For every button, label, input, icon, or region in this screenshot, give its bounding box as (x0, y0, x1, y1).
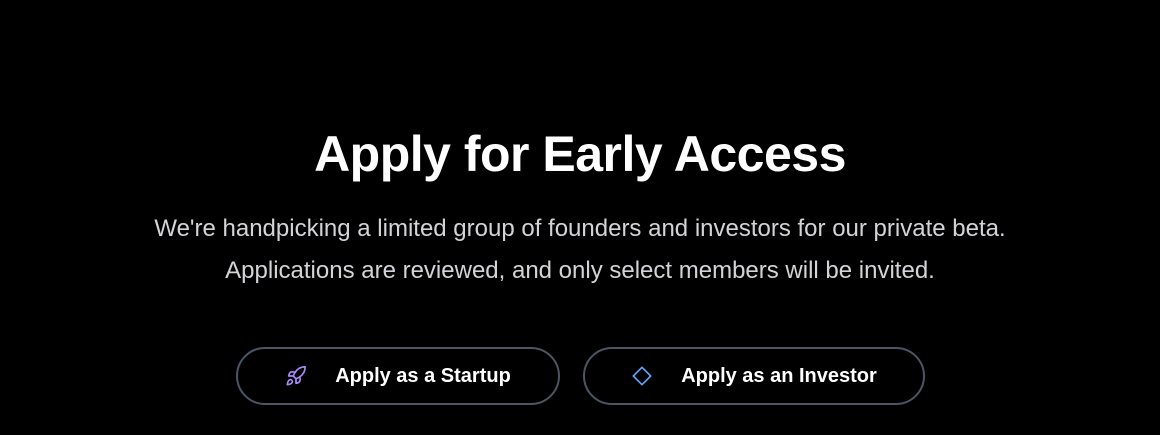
subtitle-line-1: We're handpicking a limited group of fou… (154, 215, 1006, 242)
early-access-section: Apply for Early Access We're handpicking… (0, 0, 1160, 435)
apply-startup-label: Apply as a Startup (335, 365, 511, 387)
apply-startup-button[interactable]: Apply as a Startup (236, 347, 560, 405)
apply-investor-label: Apply as an Investor (681, 365, 877, 387)
subtitle-line-2: Applications are reviewed, and only sele… (225, 257, 935, 284)
page-title: Apply for Early Access (314, 126, 846, 182)
diamond-icon (631, 365, 653, 387)
apply-investor-button[interactable]: Apply as an Investor (583, 347, 925, 405)
rocket-icon (285, 365, 307, 387)
page-subtitle: We're handpicking a limited group of fou… (0, 208, 1160, 292)
